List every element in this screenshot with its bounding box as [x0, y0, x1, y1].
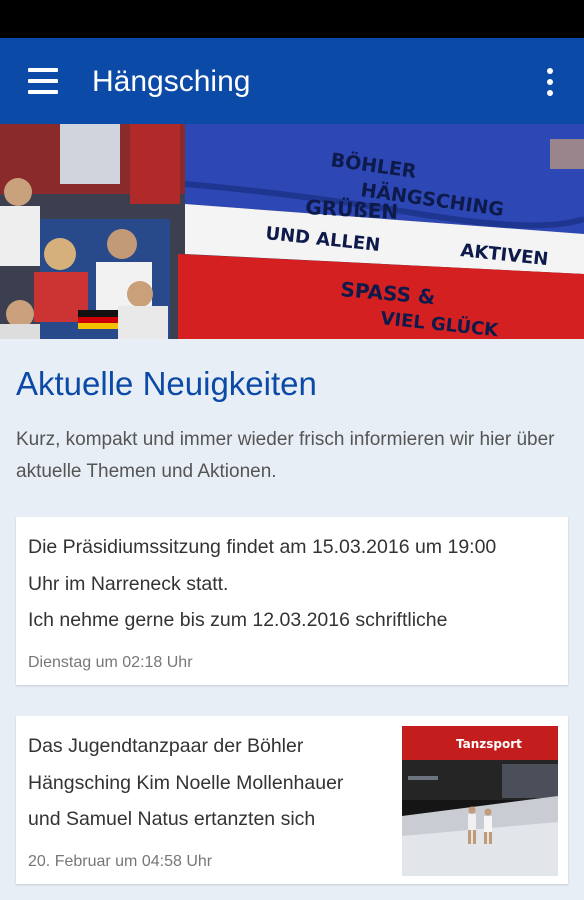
news-card-date: Dienstag um 02:18 Uhr: [28, 654, 193, 671]
more-vert-icon[interactable]: [534, 64, 566, 100]
news-card-text: Die Präsidiumssitzung findet am 15.03.20…: [28, 536, 497, 631]
news-card[interactable]: Die Präsidiumssitzung findet am 15.03.20…: [16, 517, 568, 685]
section-description: Kurz, kompakt und immer wieder frisch in…: [16, 429, 555, 482]
app-bar: Hängsching: [0, 38, 584, 124]
hamburger-menu-icon[interactable]: [16, 62, 58, 100]
thumb-banner-text: Tanzsport: [456, 737, 522, 751]
news-card-text: Das Jugendtanzpaar der Böhler Hängsching…: [28, 735, 344, 830]
news-card-date: 20. Februar um 04:58 Uhr: [28, 853, 213, 870]
hero-banner-image: BÖHLER HÄNGSCHING GRÜßEN UND ALLEN AKTIV…: [0, 124, 584, 339]
app-title: Hängsching: [92, 65, 251, 98]
news-card-thumbnail: Tanzsport: [402, 726, 558, 876]
status-bar: [0, 0, 584, 38]
section-title: Aktuelle Neuigkeiten: [16, 365, 317, 402]
svg-text:GRÜßEN: GRÜßEN: [305, 195, 399, 224]
news-card[interactable]: Das Jugendtanzpaar der Böhler Hängsching…: [16, 716, 568, 884]
